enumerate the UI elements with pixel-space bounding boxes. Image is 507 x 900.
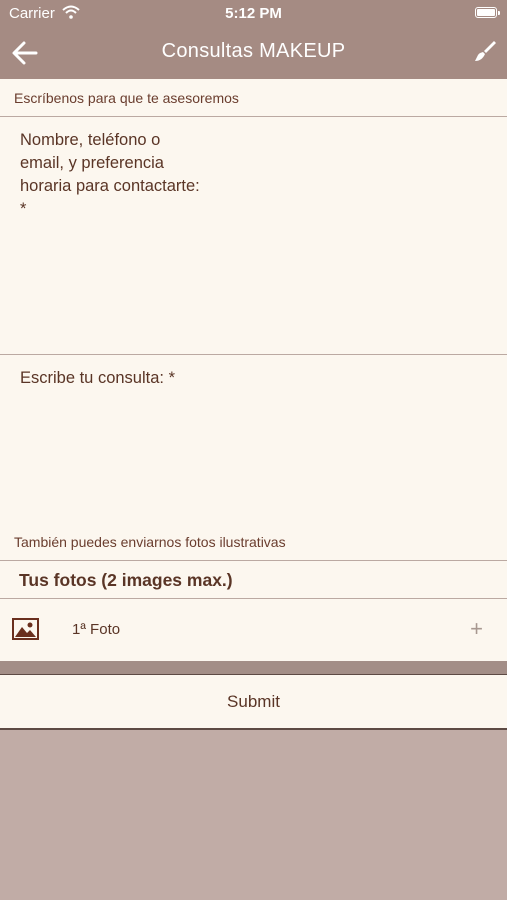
photos-hint: También puedes enviarnos fotos ilustrati… <box>14 534 286 550</box>
form-content: Escríbenos para que te asesoremos Nombre… <box>0 79 507 661</box>
status-bar: Carrier 5:12 PM <box>0 0 507 28</box>
intro-text: Escríbenos para que te asesoremos <box>14 90 239 106</box>
battery-icon <box>475 7 500 18</box>
separator-band <box>0 661 507 674</box>
divider <box>0 354 507 355</box>
contact-field[interactable]: Nombre, teléfono o email, y preferencia … <box>20 129 200 221</box>
photo-item-label[interactable]: 1ª Foto <box>72 621 120 638</box>
query-field[interactable]: Escribe tu consulta: * <box>20 367 175 390</box>
page-title: Consultas MAKEUP <box>161 40 346 62</box>
divider <box>0 560 507 561</box>
submit-area: Submit <box>0 674 507 730</box>
submit-button[interactable]: Submit <box>0 675 507 728</box>
image-icon <box>12 618 39 640</box>
divider <box>0 116 507 117</box>
plus-icon[interactable]: + <box>470 616 483 642</box>
clock-label: 5:12 PM <box>225 5 282 22</box>
navigation-bar: Consultas MAKEUP <box>0 28 507 79</box>
divider <box>0 598 507 599</box>
photos-section-title: Tus fotos (2 images max.) <box>19 570 233 590</box>
brush-icon[interactable] <box>473 39 497 63</box>
